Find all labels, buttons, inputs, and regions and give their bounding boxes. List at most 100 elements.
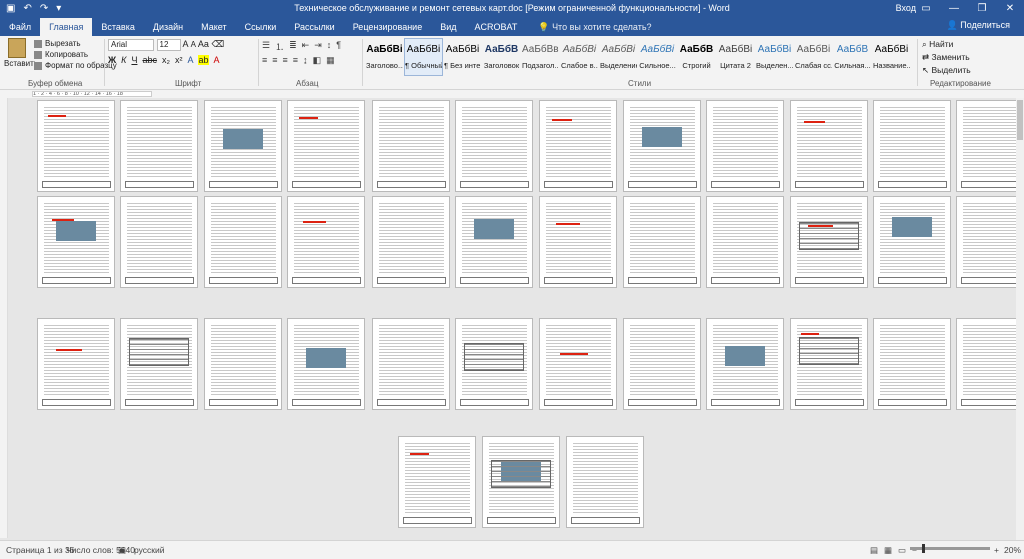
page-thumbnail[interactable] [204, 100, 282, 192]
numbering-icon[interactable]: ⒈ [275, 40, 284, 53]
page-thumbnail[interactable] [120, 196, 198, 288]
page-thumbnail[interactable] [539, 100, 617, 192]
page-thumbnail[interactable] [398, 436, 476, 528]
tab-acrobat[interactable]: ACROBAT [466, 18, 527, 36]
ribbon-display-icon[interactable]: ▭ [912, 0, 940, 18]
style-item[interactable]: АаБбВі Сильное... [638, 38, 677, 76]
line-spacing-icon[interactable]: ↨ [303, 55, 308, 66]
strikethrough-button[interactable]: abc [142, 55, 157, 65]
page-thumbnail[interactable] [873, 318, 951, 410]
page-counter[interactable]: Страница 1 из 36 [6, 545, 74, 555]
read-mode-icon[interactable]: ▤ [870, 545, 878, 556]
page-thumbnail[interactable] [706, 318, 784, 410]
pilcrow-icon[interactable]: ¶ [336, 40, 341, 53]
justify-icon[interactable]: ≡ [293, 55, 298, 66]
document-workspace[interactable] [8, 98, 1024, 540]
style-item[interactable]: АаБбВі ¶ Обычный [404, 38, 443, 76]
zoom-in-icon[interactable]: + [994, 545, 999, 555]
page-thumbnail[interactable] [706, 196, 784, 288]
share-button[interactable]: 👤 Поделиться [947, 20, 1010, 31]
tab-design[interactable]: Дизайн [144, 18, 192, 36]
page-thumbnail[interactable] [956, 318, 1024, 410]
style-item[interactable]: АаБбВвГ Подзагол... [521, 38, 560, 76]
page-thumbnail[interactable] [790, 196, 868, 288]
style-item[interactable]: АаБбВ Строгий [677, 38, 716, 76]
font-size-select[interactable]: 12 [156, 39, 181, 51]
tab-review[interactable]: Рецензирование [344, 18, 432, 36]
increase-indent-icon[interactable]: ⇥ [314, 40, 322, 53]
page-thumbnail[interactable] [372, 318, 450, 410]
page-thumbnail[interactable] [956, 100, 1024, 192]
replace-button[interactable]: ⇄ Заменить [922, 51, 971, 64]
page-thumbnail[interactable] [287, 100, 365, 192]
page-thumbnail[interactable] [372, 100, 450, 192]
highlight-icon[interactable]: ab [198, 55, 209, 65]
zoom-level[interactable]: 20% [1004, 545, 1021, 555]
font-color-icon[interactable]: A [214, 55, 220, 65]
underline-button[interactable]: Ч [131, 55, 137, 65]
page-thumbnail[interactable] [706, 100, 784, 192]
page-thumbnail[interactable] [37, 318, 115, 410]
borders-icon[interactable]: ▦ [326, 55, 335, 66]
style-item[interactable]: АаБбВі Название... [872, 38, 911, 76]
grow-font-icon[interactable]: A [183, 39, 189, 49]
tell-me-box[interactable]: 💡 Что вы хотите сделать? [538, 22, 651, 33]
shading-icon[interactable]: ◧ [313, 55, 322, 66]
tab-layout[interactable]: Макет [192, 18, 235, 36]
page-thumbnail[interactable] [204, 318, 282, 410]
scrollbar-thumb[interactable] [1017, 100, 1023, 140]
tab-references[interactable]: Ссылки [236, 18, 286, 36]
restore-button[interactable]: ❐ [968, 0, 996, 18]
tab-insert[interactable]: Вставка [92, 18, 143, 36]
style-item[interactable]: АаБбВі Цитата 2 [716, 38, 755, 76]
align-right-icon[interactable]: ≡ [283, 55, 288, 66]
change-case-icon[interactable]: Aa [198, 39, 209, 49]
page-thumbnail[interactable] [566, 436, 644, 528]
page-thumbnail[interactable] [873, 196, 951, 288]
text-effects-icon[interactable]: A [187, 55, 193, 65]
bullets-icon[interactable]: ☰ [262, 40, 270, 53]
close-button[interactable]: ✕ [996, 0, 1024, 18]
bold-button[interactable]: Ж [108, 55, 116, 65]
page-thumbnail[interactable] [287, 196, 365, 288]
page-thumbnail[interactable] [623, 196, 701, 288]
minimize-button[interactable]: — [940, 0, 968, 18]
decrease-indent-icon[interactable]: ⇤ [302, 40, 310, 53]
page-thumbnail[interactable] [37, 196, 115, 288]
style-item[interactable]: АаБбВ Заголовок [482, 38, 521, 76]
page-thumbnail[interactable] [482, 436, 560, 528]
style-item[interactable]: АаБбВі ¶ Без инте... [443, 38, 482, 76]
page-thumbnail[interactable] [790, 318, 868, 410]
page-thumbnail[interactable] [120, 318, 198, 410]
page-thumbnail[interactable] [539, 196, 617, 288]
clear-format-icon[interactable]: ⌫ [211, 39, 224, 49]
vertical-scrollbar[interactable] [1016, 98, 1024, 540]
page-thumbnail[interactable] [204, 196, 282, 288]
style-item[interactable]: АаБбВі Слабое в... [560, 38, 599, 76]
zoom-slider-thumb[interactable] [922, 544, 925, 553]
shrink-font-icon[interactable]: A [191, 40, 196, 49]
web-layout-icon[interactable]: ▭ [898, 545, 906, 556]
font-name-select[interactable]: Arial [108, 39, 154, 51]
italic-button[interactable]: К [121, 55, 126, 65]
style-item[interactable]: АаБбВі Выделение [599, 38, 638, 76]
paste-button[interactable]: Вставить [4, 38, 38, 68]
style-item[interactable]: АаБбВ Сильная... [833, 38, 872, 76]
align-left-icon[interactable]: ≡ [262, 55, 267, 66]
page-thumbnail[interactable] [623, 100, 701, 192]
tab-file[interactable]: Файл [0, 18, 40, 36]
proofing-icon[interactable]: ▣ [118, 545, 126, 556]
style-item[interactable]: АаБбВі Заголово... [365, 38, 404, 76]
page-thumbnail[interactable] [623, 318, 701, 410]
style-item[interactable]: АаБбВі Выделен... [755, 38, 794, 76]
superscript-button[interactable]: x² [175, 55, 183, 65]
multilevel-list-icon[interactable]: ≣ [289, 40, 297, 53]
language-label[interactable]: русский [134, 545, 165, 555]
find-button[interactable]: ⌕ Найти [922, 38, 971, 51]
page-thumbnail[interactable] [120, 100, 198, 192]
page-thumbnail[interactable] [455, 100, 533, 192]
page-thumbnail[interactable] [455, 318, 533, 410]
page-thumbnail[interactable] [455, 196, 533, 288]
align-center-icon[interactable]: ≡ [272, 55, 277, 66]
tab-mailings[interactable]: Рассылки [285, 18, 343, 36]
